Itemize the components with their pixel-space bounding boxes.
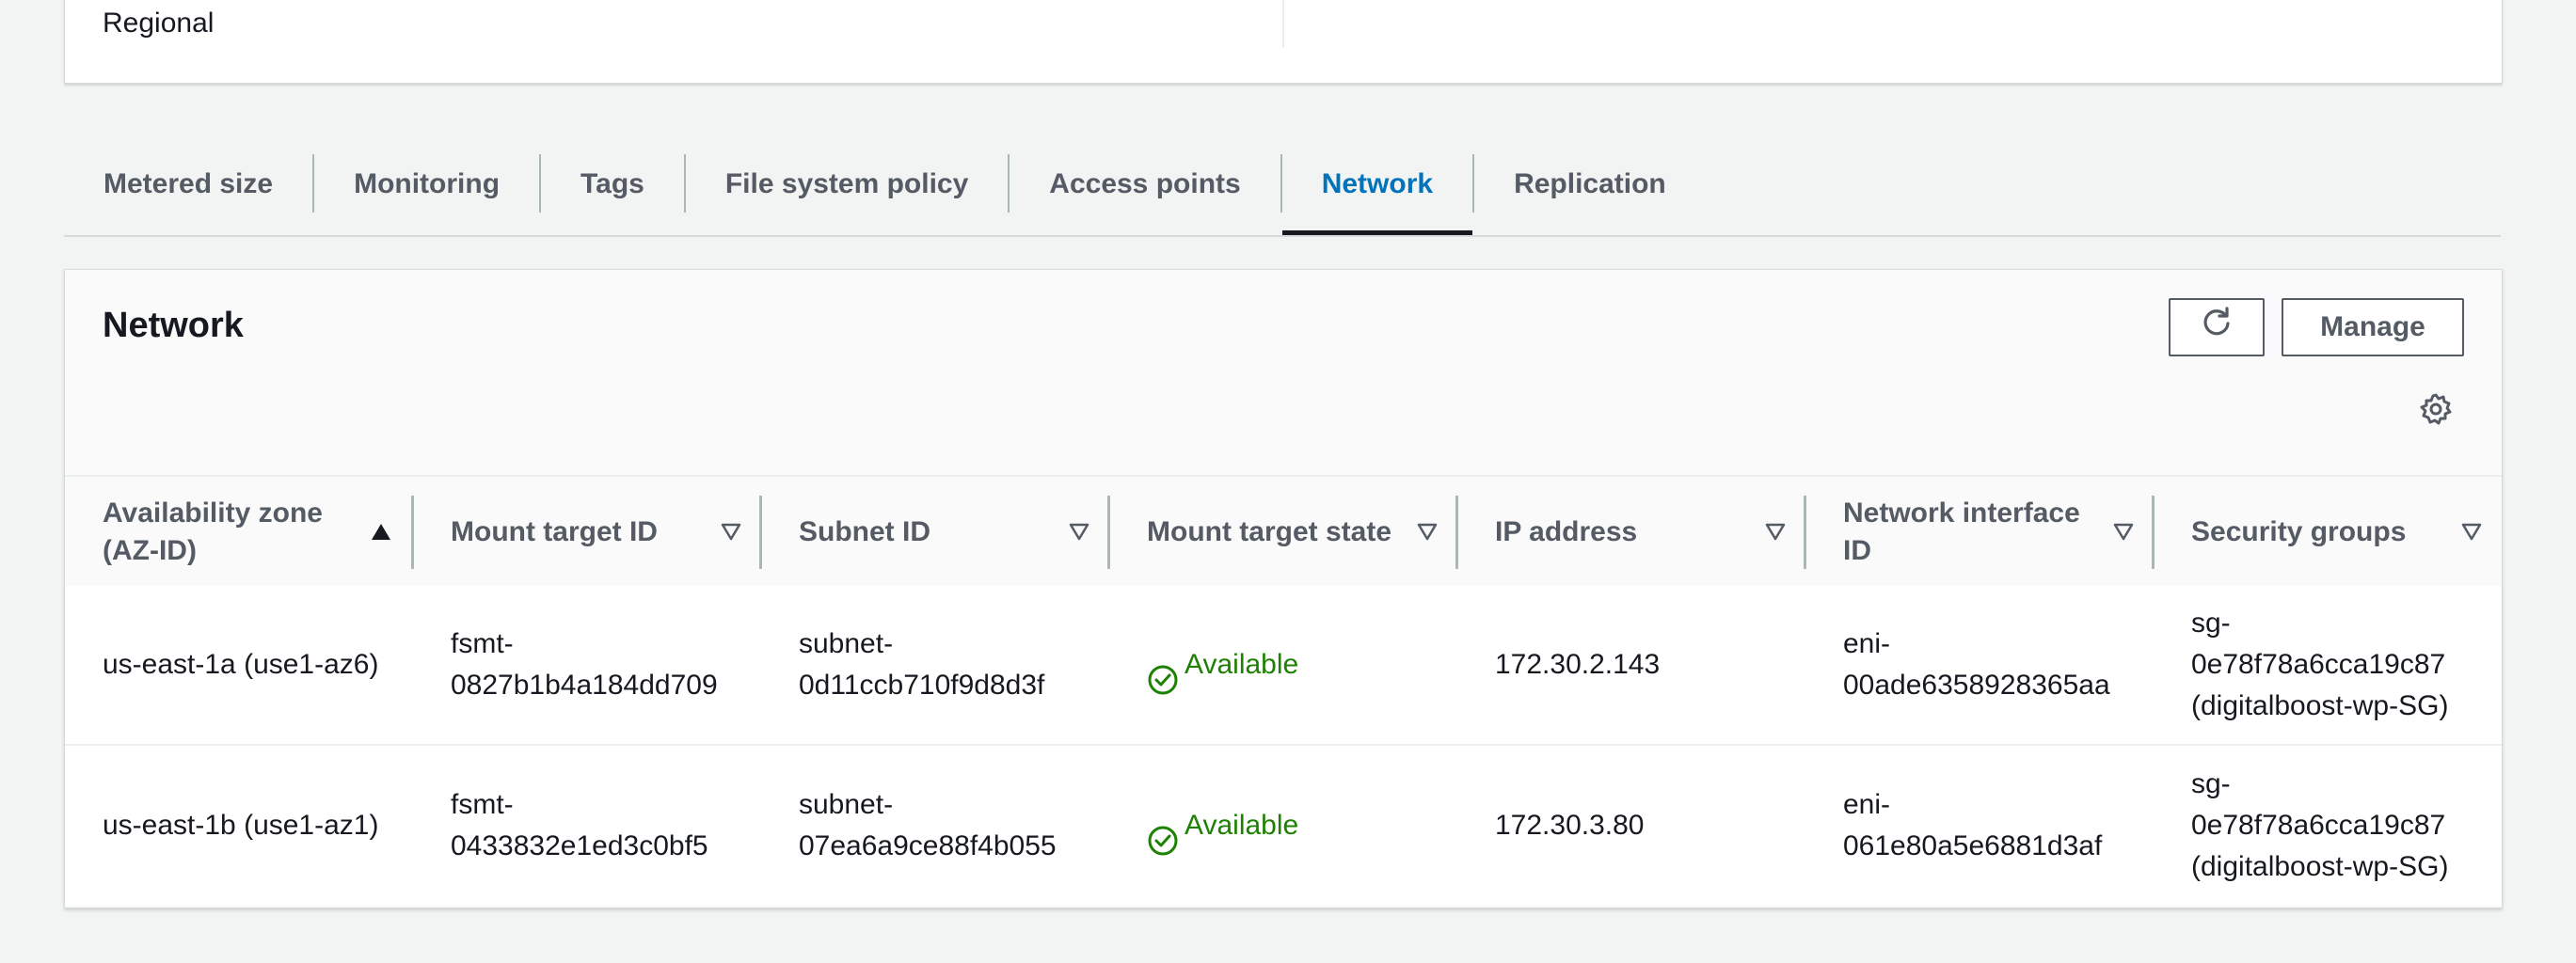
column-divider bbox=[1107, 496, 1110, 569]
column-header-network-interface-id[interactable]: Network interface ID bbox=[1843, 477, 2154, 588]
column-header-subnet-id[interactable]: Subnet ID bbox=[799, 477, 1109, 588]
status-badge: Available bbox=[1147, 783, 1298, 869]
mount-target-state-cell: Available bbox=[1147, 746, 1298, 906]
sort-icon bbox=[718, 518, 744, 545]
tab-label: Network bbox=[1321, 168, 1434, 199]
column-divider bbox=[2152, 496, 2155, 569]
column-label: Availability zone (AZ-ID) bbox=[103, 497, 323, 566]
az-cell: us-east-1b (use1-az1) bbox=[103, 810, 379, 841]
column-header-mount-target-state[interactable]: Mount target state bbox=[1147, 477, 1457, 588]
file-system-details-card: Regional bbox=[64, 0, 2503, 84]
tab-file-system-policy[interactable]: File system policy bbox=[686, 149, 1008, 220]
table-header: Availability zone (AZ-ID) Mount target I… bbox=[65, 475, 2502, 590]
az-cell: us-east-1a (use1-az6) bbox=[103, 649, 379, 680]
tab-label: Tags bbox=[580, 168, 644, 199]
tab-network[interactable]: Network bbox=[1281, 149, 1473, 235]
subnet-id-cell: subnet- 07ea6a9ce88f4b055 bbox=[799, 789, 1057, 861]
sort-icon bbox=[1414, 518, 1440, 545]
refresh-button[interactable] bbox=[2169, 298, 2265, 356]
column-label: IP address bbox=[1495, 516, 1638, 547]
tab-metered-size[interactable]: Metered size bbox=[64, 149, 312, 220]
tab-label: File system policy bbox=[724, 168, 969, 199]
tab-bar: Metered size Monitoring Tags File system… bbox=[64, 149, 2501, 237]
column-label: Security groups bbox=[2191, 516, 2407, 547]
table-row: us-east-1b (use1-az1) fsmt- 0433832e1ed3… bbox=[65, 746, 2502, 906]
mount-target-id-cell: fsmt- 0827b1b4a184dd709 bbox=[451, 628, 718, 701]
tab-label: Monitoring bbox=[354, 168, 501, 199]
status-text: Available bbox=[1185, 810, 1299, 841]
check-circle-icon bbox=[1147, 783, 1185, 869]
table-row: us-east-1a (use1-az6) fsmt- 0827b1b4a184… bbox=[65, 586, 2502, 746]
column-header-mount-target-id[interactable]: Mount target ID bbox=[451, 477, 761, 588]
sort-icon bbox=[2458, 518, 2485, 545]
security-groups-cell[interactable]: sg- 0e78f78a6cca19c87 (digitalboost-wp-S… bbox=[2191, 746, 2448, 906]
status-text: Available bbox=[1185, 649, 1299, 680]
column-header-security-groups[interactable]: Security groups bbox=[2191, 477, 2502, 588]
subnet-id-cell: subnet- 0d11ccb710f9d8d3f bbox=[799, 628, 1045, 701]
mount-target-id-cell: fsmt- 0433832e1ed3c0bf5 bbox=[451, 789, 708, 861]
panel-title: Network bbox=[103, 306, 244, 345]
status-badge: Available bbox=[1147, 623, 1298, 708]
network-panel: Network Manage Availability zone (AZ-ID) bbox=[64, 269, 2503, 908]
mount-target-state-cell: Available bbox=[1147, 586, 1298, 744]
sort-ascending-icon bbox=[368, 518, 394, 545]
tab-access-points[interactable]: Access points bbox=[1010, 149, 1280, 220]
tab-label: Metered size bbox=[103, 168, 274, 199]
regional-label: Regional bbox=[103, 8, 215, 39]
manage-button[interactable]: Manage bbox=[2282, 298, 2464, 356]
sort-icon bbox=[1066, 518, 1092, 545]
eni-cell: eni- 00ade6358928365aa bbox=[1843, 628, 2110, 701]
ip-address-cell: 172.30.2.143 bbox=[1495, 649, 1661, 680]
column-divider bbox=[1804, 496, 1806, 569]
column-header-availability-zone[interactable]: Availability zone (AZ-ID) bbox=[103, 477, 413, 588]
tab-monitoring[interactable]: Monitoring bbox=[314, 149, 539, 220]
eni-cell: eni- 061e80a5e6881d3af bbox=[1843, 789, 2103, 861]
column-divider bbox=[1455, 496, 1458, 569]
ip-address-cell: 172.30.3.80 bbox=[1495, 810, 1645, 841]
sort-icon bbox=[1762, 518, 1789, 545]
column-label: Network interface ID bbox=[1843, 497, 2080, 566]
tab-replication[interactable]: Replication bbox=[1474, 149, 1706, 220]
column-label: Mount target state bbox=[1147, 516, 1392, 547]
tab-label: Access points bbox=[1049, 168, 1241, 199]
column-divider bbox=[1282, 0, 1284, 47]
column-header-ip-address[interactable]: IP address bbox=[1495, 477, 1805, 588]
tab-tags[interactable]: Tags bbox=[541, 149, 684, 220]
check-circle-icon bbox=[1147, 623, 1185, 708]
gear-icon[interactable] bbox=[2417, 390, 2455, 428]
column-divider bbox=[411, 496, 414, 569]
refresh-icon bbox=[2200, 307, 2234, 348]
column-label: Mount target ID bbox=[451, 516, 658, 547]
column-label: Subnet ID bbox=[799, 516, 930, 547]
column-divider bbox=[759, 496, 762, 569]
panel-header: Network Manage bbox=[65, 270, 2502, 475]
security-groups-cell[interactable]: sg- 0e78f78a6cca19c87 (digitalboost-wp-S… bbox=[2191, 586, 2448, 744]
tab-label: Replication bbox=[1514, 168, 1666, 199]
sort-icon bbox=[2110, 518, 2137, 545]
